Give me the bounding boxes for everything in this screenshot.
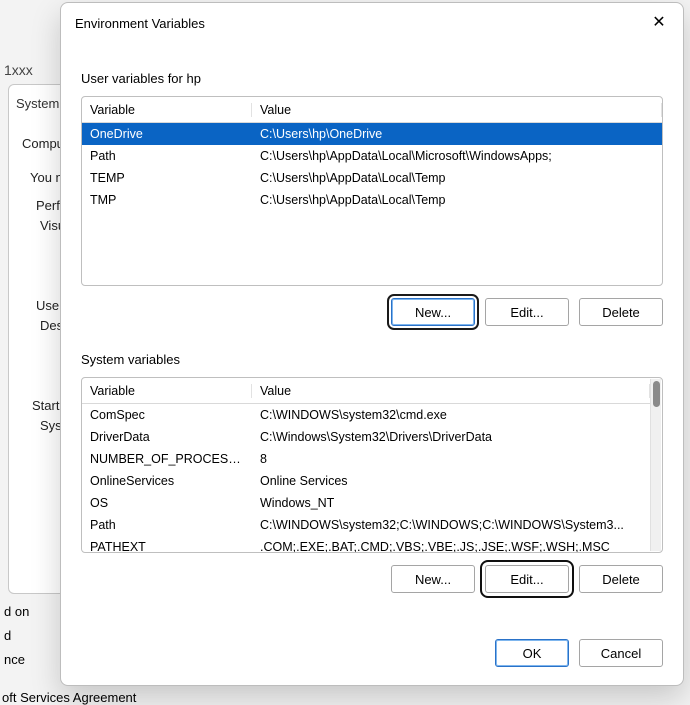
bg-system-properties-window: [8, 84, 68, 594]
cell-variable: Path: [82, 149, 252, 163]
environment-variables-dialog: Environment Variables ✕ User variables f…: [60, 2, 684, 686]
bg-link-services-agreement[interactable]: oft Services Agreement: [2, 690, 136, 705]
cell-value: C:\Users\hp\OneDrive: [252, 127, 662, 141]
titlebar: Environment Variables ✕: [61, 3, 683, 43]
table-header: Variable Value: [82, 97, 662, 123]
close-icon[interactable]: ✕: [645, 9, 673, 37]
bg-label-1xxx: 1xxx: [4, 62, 33, 78]
cell-variable: NUMBER_OF_PROCESSORS: [82, 452, 252, 466]
cell-value: C:\Users\hp\AppData\Local\Microsoft\Wind…: [252, 149, 662, 163]
cell-variable: OS: [82, 496, 252, 510]
scrollbar-thumb[interactable]: [653, 381, 660, 407]
cell-value: C:\Users\hp\AppData\Local\Temp: [252, 171, 662, 185]
user-new-button[interactable]: New...: [391, 298, 475, 326]
system-new-button[interactable]: New...: [391, 565, 475, 593]
col-header-variable[interactable]: Variable: [82, 103, 252, 117]
table-row[interactable]: TMPC:\Users\hp\AppData\Local\Temp: [82, 189, 662, 211]
dialog-bottom-button-row: OK Cancel: [81, 639, 663, 667]
table-row[interactable]: OneDriveC:\Users\hp\OneDrive: [82, 123, 662, 145]
cell-variable: TMP: [82, 193, 252, 207]
user-delete-button[interactable]: Delete: [579, 298, 663, 326]
table-row[interactable]: PathC:\WINDOWS\system32;C:\WINDOWS;C:\WI…: [82, 514, 650, 536]
col-header-variable[interactable]: Variable: [82, 384, 252, 398]
table-header: Variable Value: [82, 378, 650, 404]
user-vars-button-row: New... Edit... Delete: [81, 298, 663, 326]
dialog-title: Environment Variables: [75, 16, 205, 31]
system-variables-label: System variables: [81, 352, 663, 367]
table-row[interactable]: PathC:\Users\hp\AppData\Local\Microsoft\…: [82, 145, 662, 167]
cell-value: C:\WINDOWS\system32\cmd.exe: [252, 408, 650, 422]
user-variables-table[interactable]: Variable Value OneDriveC:\Users\hp\OneDr…: [81, 96, 663, 286]
cell-variable: ComSpec: [82, 408, 252, 422]
table-row[interactable]: NUMBER_OF_PROCESSORS8: [82, 448, 650, 470]
cell-value: C:\WINDOWS\system32;C:\WINDOWS;C:\WINDOW…: [252, 518, 650, 532]
cell-value: C:\Users\hp\AppData\Local\Temp: [252, 193, 662, 207]
table-row[interactable]: OnlineServicesOnline Services: [82, 470, 650, 492]
cell-value: 8: [252, 452, 650, 466]
bg-frag-nce: nce: [4, 652, 25, 667]
cell-variable: OnlineServices: [82, 474, 252, 488]
table-row[interactable]: OSWindows_NT: [82, 492, 650, 514]
system-vars-button-row: New... Edit... Delete: [81, 565, 663, 593]
scrollbar-track[interactable]: [650, 379, 661, 551]
bg-frag-d: d: [4, 628, 11, 643]
bg-frag-don: d on: [4, 604, 29, 619]
cell-variable: DriverData: [82, 430, 252, 444]
col-header-value[interactable]: Value: [252, 384, 650, 398]
cell-variable: TEMP: [82, 171, 252, 185]
cell-variable: Path: [82, 518, 252, 532]
cell-variable: PATHEXT: [82, 540, 252, 553]
col-header-value[interactable]: Value: [252, 103, 662, 117]
system-variables-table[interactable]: Variable Value ComSpecC:\WINDOWS\system3…: [81, 377, 663, 553]
system-delete-button[interactable]: Delete: [579, 565, 663, 593]
cell-variable: OneDrive: [82, 127, 252, 141]
cell-value: C:\Windows\System32\Drivers\DriverData: [252, 430, 650, 444]
table-row[interactable]: TEMPC:\Users\hp\AppData\Local\Temp: [82, 167, 662, 189]
user-edit-button[interactable]: Edit...: [485, 298, 569, 326]
user-variables-label: User variables for hp: [81, 71, 663, 86]
ok-button[interactable]: OK: [495, 639, 569, 667]
table-row[interactable]: ComSpecC:\WINDOWS\system32\cmd.exe: [82, 404, 650, 426]
table-row[interactable]: PATHEXT.COM;.EXE;.BAT;.CMD;.VBS;.VBE;.JS…: [82, 536, 650, 553]
cancel-button[interactable]: Cancel: [579, 639, 663, 667]
cell-value: Online Services: [252, 474, 650, 488]
cell-value: .COM;.EXE;.BAT;.CMD;.VBS;.VBE;.JS;.JSE;.…: [252, 540, 650, 553]
cell-value: Windows_NT: [252, 496, 650, 510]
table-row[interactable]: DriverDataC:\Windows\System32\Drivers\Dr…: [82, 426, 650, 448]
system-edit-button[interactable]: Edit...: [485, 565, 569, 593]
